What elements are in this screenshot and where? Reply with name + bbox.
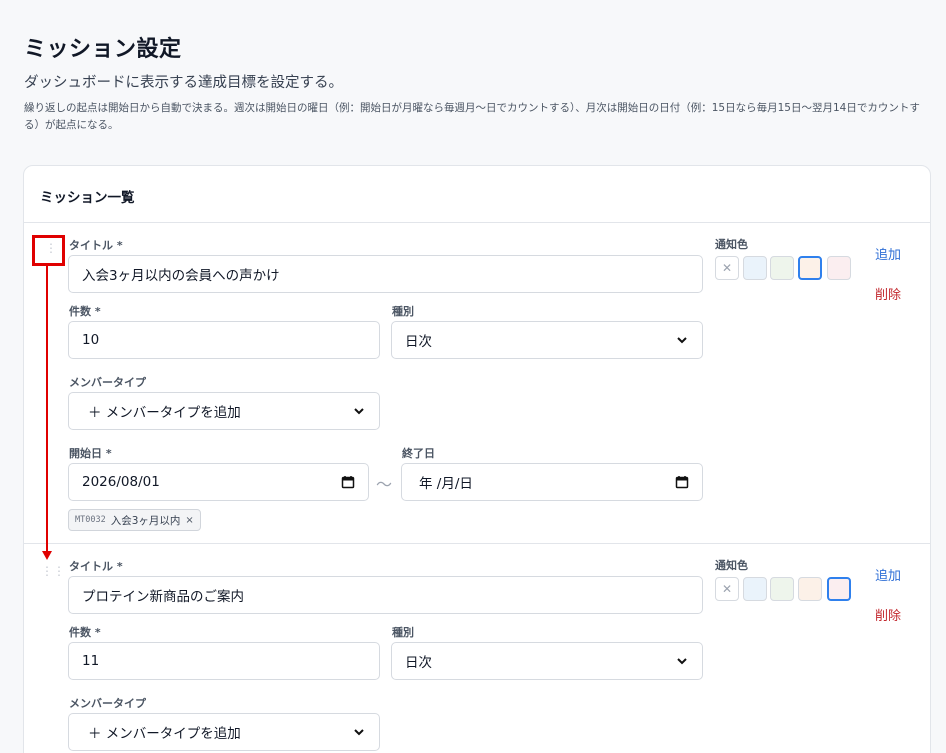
- add-button[interactable]: 追加: [875, 565, 901, 584]
- member-type-label: メンバータイプ: [69, 376, 146, 389]
- start-date-label: 開始日 *: [69, 447, 112, 460]
- date-range-separator: 〜: [376, 475, 393, 494]
- tag-label: 入会3ヶ月以内: [110, 514, 181, 527]
- chevron-down-icon: [677, 337, 687, 344]
- member-type-select-value: ＋ メンバータイプを追加: [88, 405, 241, 421]
- count-input[interactable]: 11: [68, 642, 380, 680]
- swatch-beige[interactable]: [798, 577, 822, 601]
- end-date-label: 終了日: [402, 447, 435, 460]
- divider: [24, 222, 930, 223]
- count-input-value: 11: [82, 653, 100, 669]
- swatch-green[interactable]: [770, 577, 794, 601]
- swatch-none[interactable]: ✕: [715, 256, 739, 280]
- title-label: タイトル *: [69, 239, 123, 252]
- title-input[interactable]: プロテイン新商品のご案内: [68, 576, 703, 614]
- drag-handle-icon[interactable]: ⋮⋮: [41, 565, 65, 583]
- page-help-text: 繰り返しの起点は開始日から自動で決まる。週次は開始日の曜日（例：開始日が月曜なら…: [24, 102, 920, 131]
- swatch-green[interactable]: [770, 256, 794, 280]
- swatch-pink-selected[interactable]: [827, 577, 851, 601]
- start-date-input[interactable]: 2026/08/01: [68, 463, 369, 501]
- title-input-value: 入会3ヶ月以内の会員への声かけ: [82, 268, 280, 284]
- calendar-icon[interactable]: [341, 475, 355, 489]
- drag-handle-icon[interactable]: ⋮⋮: [45, 242, 69, 260]
- count-input[interactable]: 10: [68, 321, 380, 359]
- delete-button[interactable]: 削除: [875, 605, 901, 624]
- chevron-down-icon: [354, 729, 364, 736]
- swatch-blue[interactable]: [743, 577, 767, 601]
- type-select[interactable]: 日次: [391, 321, 703, 359]
- swatch-pink[interactable]: [827, 256, 851, 280]
- member-type-label: メンバータイプ: [69, 697, 146, 710]
- mission-list-card: ミッション一覧 ⋮⋮ タイトル * 入会3ヶ月以内の会員への声かけ 件数 * 1…: [23, 165, 931, 753]
- notify-color-label: 通知色: [715, 238, 748, 251]
- chevron-down-icon: [354, 408, 364, 415]
- chevron-down-icon: [677, 658, 687, 665]
- member-type-select[interactable]: ＋ メンバータイプを追加: [68, 713, 380, 751]
- swatch-blue[interactable]: [743, 256, 767, 280]
- notify-color-label: 通知色: [715, 559, 748, 572]
- tag-code: MT0032: [75, 515, 106, 525]
- count-input-value: 10: [82, 332, 100, 348]
- card-title: ミッション一覧: [40, 190, 135, 206]
- type-label: 種別: [392, 626, 414, 639]
- count-label: 件数 *: [69, 626, 101, 639]
- type-select[interactable]: 日次: [391, 642, 703, 680]
- page-subtitle: ダッシュボードに表示する達成目標を設定する。: [24, 75, 343, 91]
- member-type-select-value: ＋ メンバータイプを追加: [88, 726, 241, 742]
- type-label: 種別: [392, 305, 414, 318]
- count-label: 件数 *: [69, 305, 101, 318]
- end-date-value: 年 /月/日: [419, 476, 473, 492]
- member-type-select[interactable]: ＋ メンバータイプを追加: [68, 392, 380, 430]
- start-date-value: 2026/08/01: [82, 474, 160, 490]
- delete-button[interactable]: 削除: [875, 284, 901, 303]
- title-label: タイトル *: [69, 560, 123, 573]
- title-input[interactable]: 入会3ヶ月以内の会員への声かけ: [68, 255, 703, 293]
- page-title: ミッション設定: [24, 37, 182, 62]
- tag-remove-icon[interactable]: ×: [185, 515, 193, 526]
- calendar-icon[interactable]: [675, 475, 689, 489]
- member-type-tag: MT0032 入会3ヶ月以内 ×: [68, 509, 201, 531]
- swatch-none[interactable]: ✕: [715, 577, 739, 601]
- end-date-input[interactable]: 年 /月/日: [401, 463, 703, 501]
- type-select-value: 日次: [405, 334, 432, 350]
- divider: [24, 543, 930, 544]
- title-input-value: プロテイン新商品のご案内: [82, 589, 244, 605]
- add-button[interactable]: 追加: [875, 244, 901, 263]
- swatch-beige-selected[interactable]: [798, 256, 822, 280]
- type-select-value: 日次: [405, 655, 432, 671]
